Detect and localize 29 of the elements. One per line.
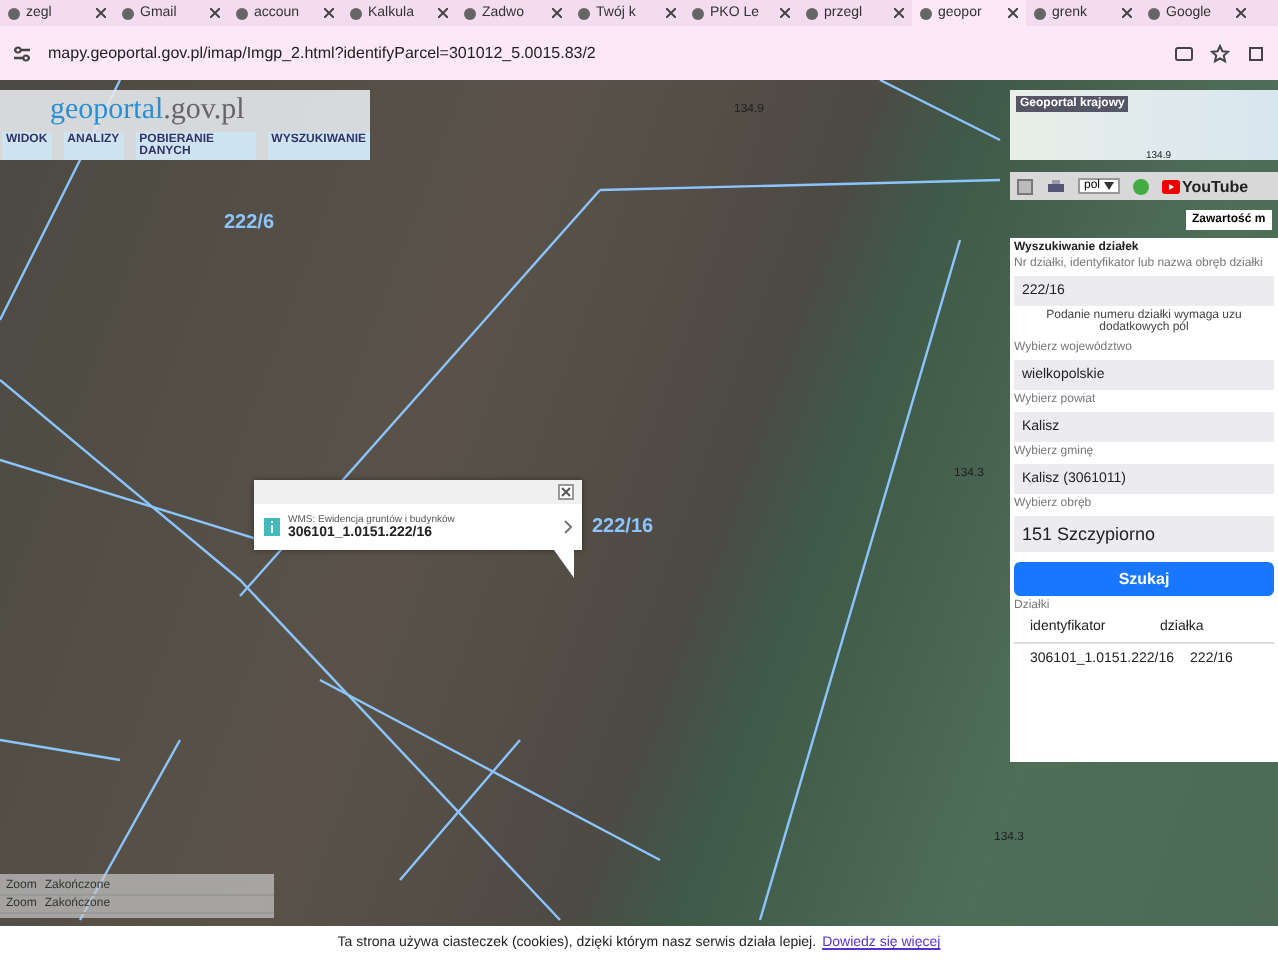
popup-pointer [554,550,574,578]
search-button[interactable]: Szukaj [1014,562,1274,596]
close-tab-icon[interactable] [210,8,220,18]
map-label: 222/16 [592,516,654,538]
close-icon[interactable] [558,484,574,500]
close-tab-icon[interactable] [324,8,334,18]
close-tab-icon[interactable] [1122,8,1132,18]
print-icon[interactable] [1046,177,1066,195]
info-icon [264,518,280,536]
youtube-logo[interactable]: YouTube [1162,177,1249,195]
close-tab-icon[interactable] [96,8,106,18]
close-tab-icon[interactable] [666,8,676,18]
close-tab-icon[interactable] [438,8,448,18]
grid-icon[interactable] [1016,177,1034,195]
logo-text: geoportal.gov.pl [48,92,247,128]
site-settings-icon[interactable] [12,43,32,63]
caret-icon [1104,182,1115,190]
close-tab-icon[interactable] [1236,8,1246,18]
select-field[interactable]: 151 Szczypiorno [1014,516,1274,552]
chevron-icon[interactable] [564,520,572,534]
close-tab-icon[interactable] [780,8,790,18]
star-icon[interactable] [1210,43,1230,63]
close-tab-icon[interactable] [1008,8,1018,18]
extensions-icon[interactable] [1246,43,1266,63]
close-tab-icon[interactable] [894,8,904,18]
install-app-icon[interactable] [1174,43,1194,63]
satellite-map[interactable] [0,80,1278,926]
close-tab-icon[interactable] [552,8,562,18]
map-label: 222/6 [224,212,275,234]
